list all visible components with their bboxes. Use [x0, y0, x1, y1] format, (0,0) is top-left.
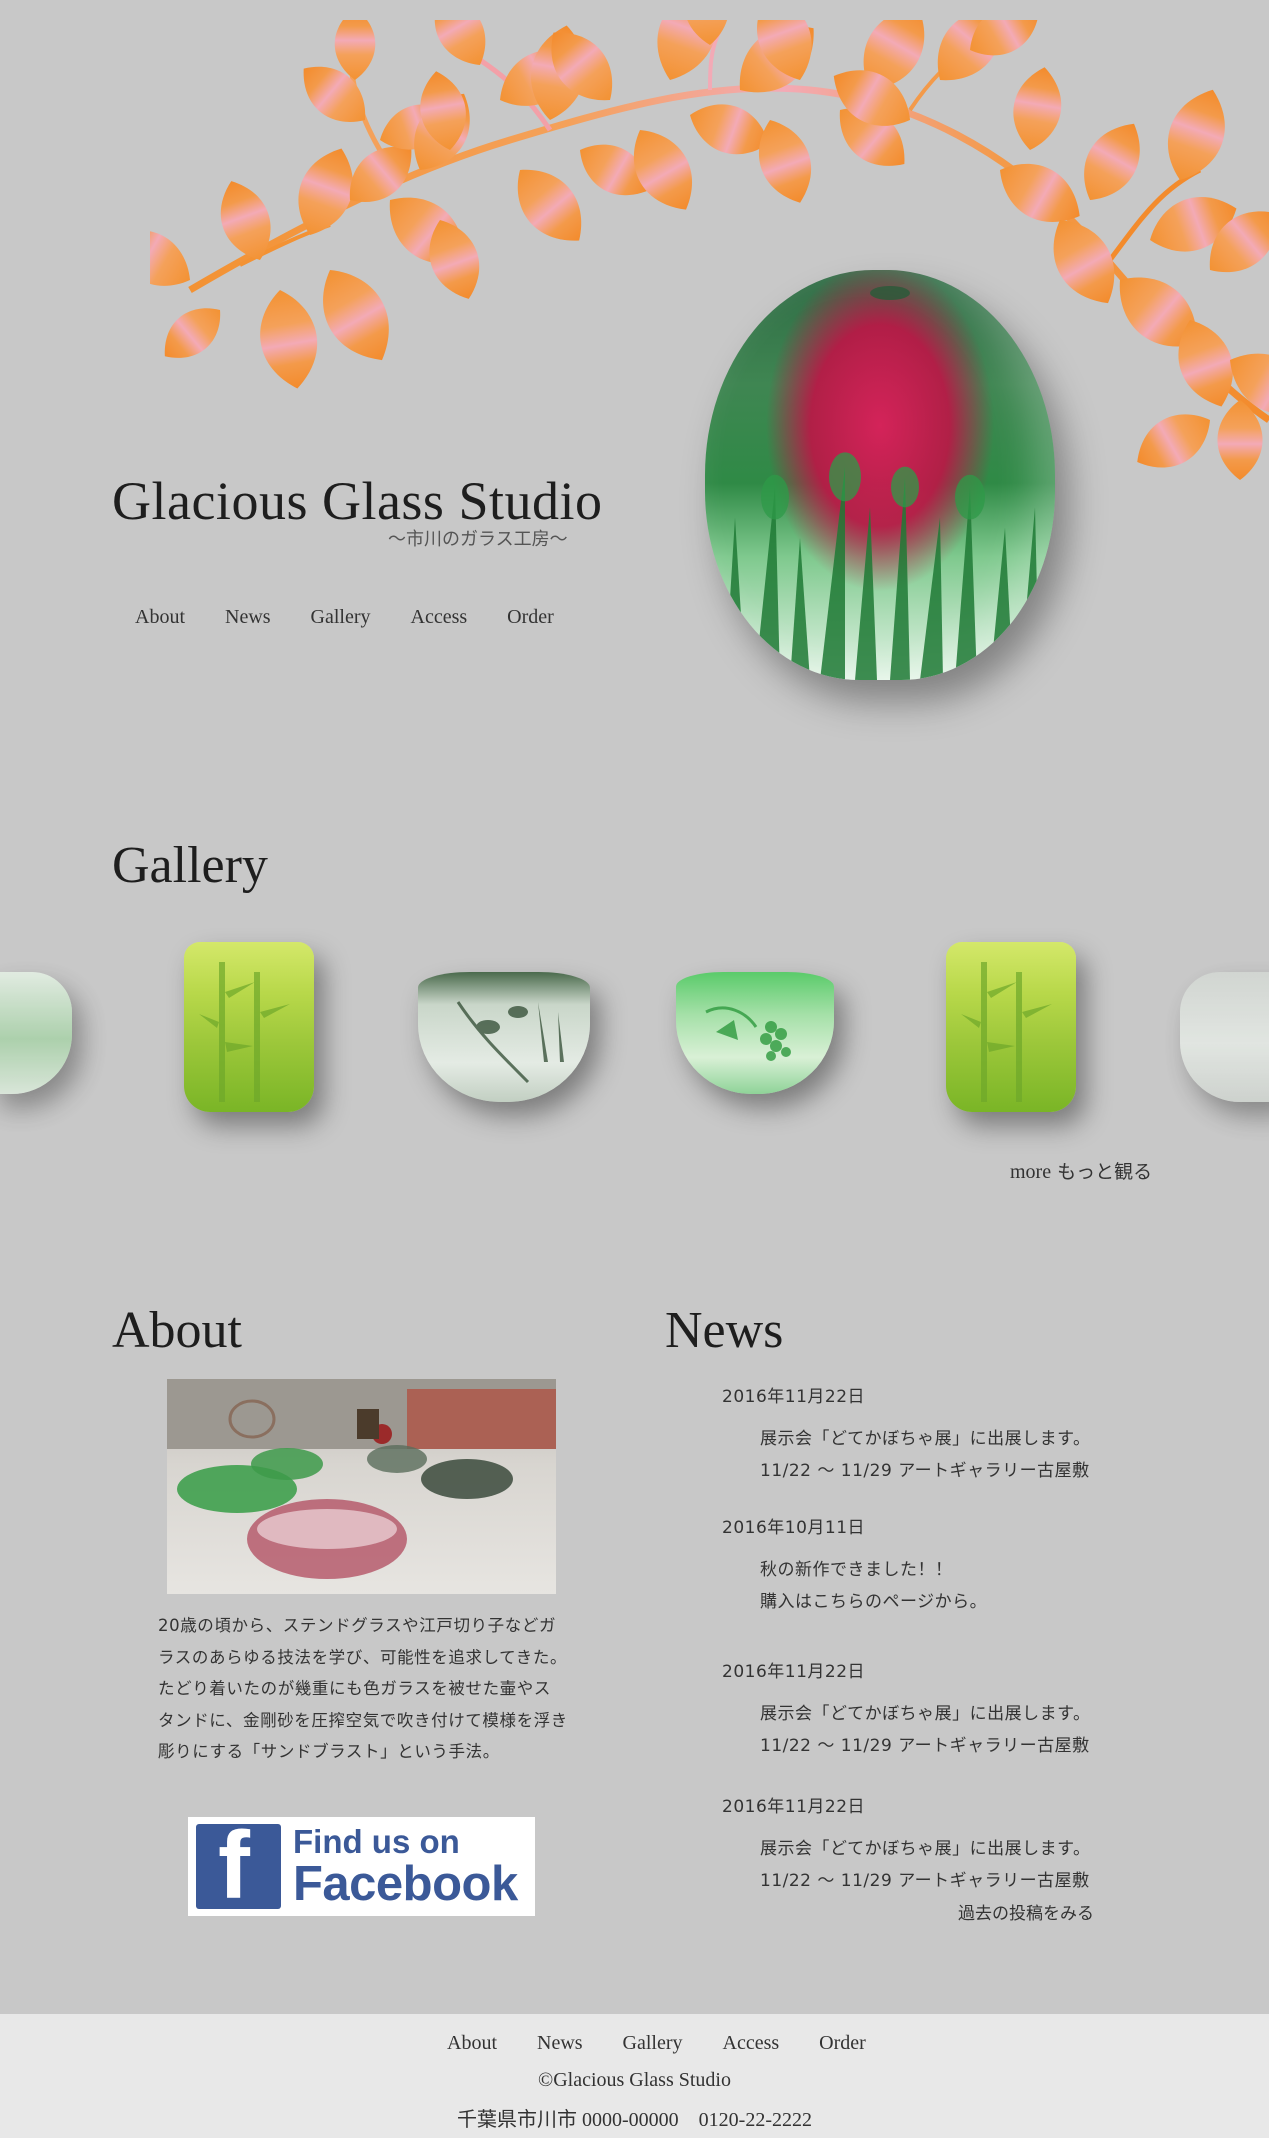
bamboo-pattern-icon [199, 962, 290, 1102]
hero-section: Glacious Glass Studio 〜市川のガラス工房〜 About N… [0, 0, 1269, 760]
facebook-logo-icon: f [196, 1824, 281, 1909]
main-nav: About News Gallery Access Order [135, 606, 594, 629]
footer-nav-gallery[interactable]: Gallery [623, 2032, 683, 2055]
gallery-cup-partial-left[interactable] [0, 972, 72, 1094]
footer-nav: About News Gallery Access Order [447, 2032, 906, 2055]
gallery-heading: Gallery [112, 837, 268, 894]
nav-access[interactable]: Access [411, 606, 468, 629]
gallery-more-link[interactable]: more もっと観る [1010, 1157, 1152, 1184]
nav-about[interactable]: About [135, 606, 185, 629]
bird-pattern-icon [456, 1001, 564, 1084]
news-line: 秋の新作できました！！ [760, 1560, 953, 1580]
nav-news[interactable]: News [225, 606, 271, 629]
footer-address: 千葉県市川市 0000-00000 0120-22-2222 [457, 2109, 812, 2131]
news-date: 2016年10月11日 [722, 1518, 866, 1538]
news-date: 2016年11月22日 [722, 1662, 866, 1682]
footer-copyright: ©Glacious Glass Studio [538, 2069, 731, 2091]
news-line: 購入はこちらのページから。 [760, 1591, 988, 1612]
news-line: 展示会「どてかぼちゃ展」に出展します。 [760, 1839, 1091, 1859]
footer-nav-order[interactable]: Order [819, 2032, 866, 2055]
news-item[interactable]: 2016年11月22日 展示会「どてかぼちゃ展」に出展します。 11/22 〜 … [722, 1792, 1090, 1897]
news-line: 11/22 〜 11/29 アートギャラリー古屋敷 [760, 1870, 1090, 1891]
news-past-posts-link[interactable]: 過去の投稿をみる [958, 1899, 1094, 1924]
news-heading: News [665, 1302, 784, 1359]
news-date: 2016年11月22日 [722, 1797, 866, 1817]
site-title: Glacious Glass Studio [112, 471, 603, 531]
news-line: 11/22 〜 11/29 アートギャラリー古屋敷 [760, 1460, 1090, 1481]
bamboo-pattern-icon [961, 962, 1052, 1102]
gallery-bowl-grape[interactable] [676, 972, 834, 1094]
gallery-cup-bamboo[interactable] [184, 942, 314, 1112]
gallery-bowl-partial-right[interactable] [1180, 972, 1269, 1102]
glass-bowls-photo-icon [167, 1379, 556, 1579]
news-item[interactable]: 2016年11月22日 展示会「どてかぼちゃ展」に出展します。 11/22 〜 … [722, 1657, 1090, 1762]
news-date: 2016年11月22日 [722, 1387, 866, 1407]
facebook-badge-line2: Facebook [293, 1856, 518, 1911]
nav-gallery[interactable]: Gallery [311, 606, 371, 629]
facebook-badge-line1: Find us on [293, 1822, 460, 1860]
grape-pattern-icon [705, 1006, 791, 1061]
more-label-en: more [1010, 1161, 1052, 1183]
about-heading: About [112, 1302, 242, 1359]
hero-vase-image [705, 270, 1055, 680]
news-line: 展示会「どてかぼちゃ展」に出展します。 [760, 1429, 1091, 1449]
news-item[interactable]: 2016年10月11日 秋の新作できました！！ 購入はこちらのページから。 [722, 1513, 987, 1618]
more-label-jp: もっと観る [1057, 1161, 1153, 1183]
about-photo [167, 1379, 556, 1594]
facebook-badge[interactable]: f Find us on Facebook [188, 1817, 535, 1916]
news-item[interactable]: 2016年11月22日 展示会「どてかぼちゃ展」に出展します。 11/22 〜 … [722, 1382, 1090, 1487]
news-line: 11/22 〜 11/29 アートギャラリー古屋敷 [760, 1735, 1090, 1756]
footer-nav-about[interactable]: About [447, 2032, 497, 2055]
news-line: 展示会「どてかぼちゃ展」に出展します。 [760, 1704, 1091, 1724]
site-subtitle: 〜市川のガラス工房〜 [388, 529, 568, 550]
about-description: 20歳の頃から、ステンドグラスや江戸切り子などガラスのあらゆる技法を学び、可能性… [158, 1616, 568, 1761]
footer-nav-access[interactable]: Access [723, 2032, 780, 2055]
gallery-bowl-bird[interactable] [418, 972, 590, 1102]
gallery-cup-bamboo-2[interactable] [946, 942, 1076, 1112]
footer-nav-news[interactable]: News [537, 2032, 583, 2055]
vase-neck [870, 286, 910, 300]
nav-order[interactable]: Order [507, 606, 554, 629]
